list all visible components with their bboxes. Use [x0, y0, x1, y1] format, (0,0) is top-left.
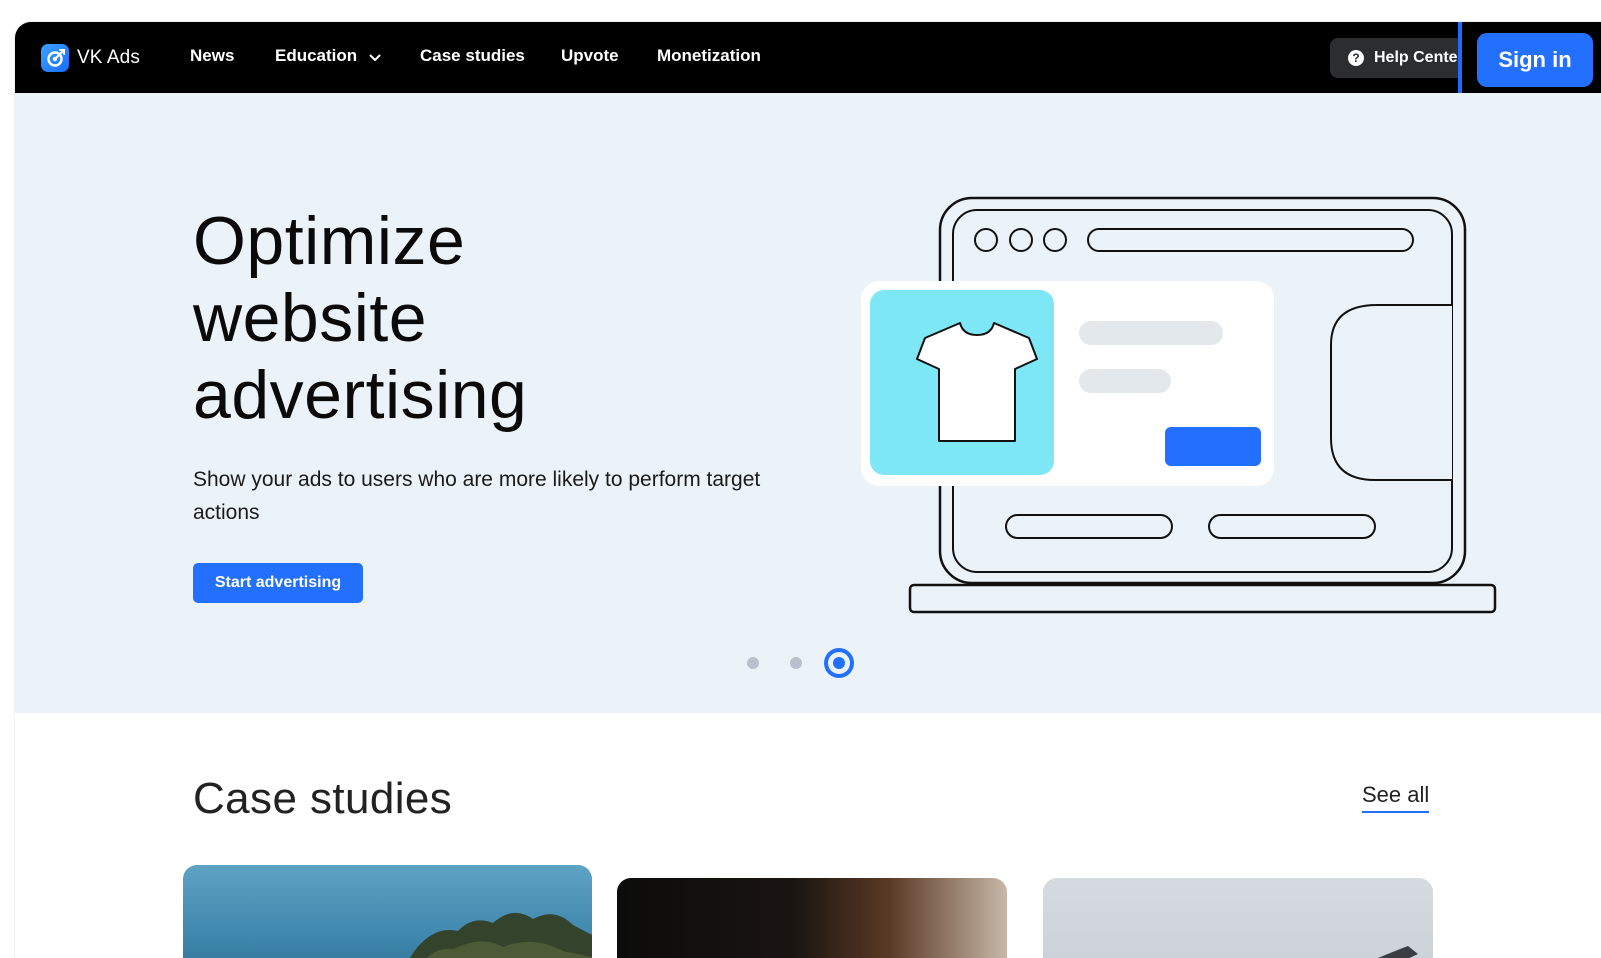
window-dot-icon	[1043, 228, 1067, 252]
carousel-dot-1[interactable]	[747, 657, 759, 669]
nav-news[interactable]: News	[190, 46, 234, 66]
product-buy-button	[1165, 427, 1261, 466]
nav-education[interactable]: Education	[275, 46, 381, 67]
text-placeholder-bar	[1079, 369, 1171, 393]
sign-in-button[interactable]: Sign in	[1477, 33, 1593, 87]
hero-illustration	[861, 196, 1497, 614]
brand-logo[interactable]: VK Ads	[41, 44, 140, 72]
hero-banner: Optimize website advertising Show your a…	[15, 93, 1601, 713]
window-dot-icon	[1009, 228, 1033, 252]
bottom-pill	[1005, 514, 1173, 539]
case-study-image	[409, 913, 592, 958]
nav-upvote[interactable]: Upvote	[561, 46, 619, 66]
laptop-base	[908, 583, 1497, 614]
case-study-card[interactable]	[617, 878, 1007, 958]
case-study-image	[1378, 946, 1418, 958]
nav-education-label: Education	[275, 46, 358, 65]
bottom-pill	[1208, 514, 1376, 539]
case-study-card[interactable]	[1043, 878, 1433, 958]
brand-name: VK Ads	[77, 47, 140, 68]
text-placeholder-bar	[1079, 321, 1223, 345]
nav-monetization[interactable]: Monetization	[657, 46, 761, 66]
chevron-down-icon	[369, 47, 381, 67]
see-all-link[interactable]: See all	[1362, 782, 1430, 813]
top-navbar: VK Ads News Education Case studies Upvot…	[15, 22, 1601, 93]
help-center-label: Help Center	[1374, 49, 1464, 66]
case-study-card[interactable]	[183, 865, 592, 958]
side-panel	[1330, 304, 1452, 481]
question-circle-icon: ?	[1348, 50, 1364, 66]
carousel-dot-3-active[interactable]	[824, 648, 854, 678]
case-study-image	[617, 878, 1007, 958]
vk-ads-logo-icon	[41, 44, 69, 72]
case-studies-heading: Case studies	[193, 774, 453, 823]
window-dot-icon	[974, 228, 998, 252]
carousel-dot-2[interactable]	[790, 657, 802, 669]
address-bar	[1087, 228, 1414, 252]
page-frame: VK Ads News Education Case studies Upvot…	[15, 22, 1601, 958]
nav-case-studies[interactable]: Case studies	[420, 46, 525, 66]
